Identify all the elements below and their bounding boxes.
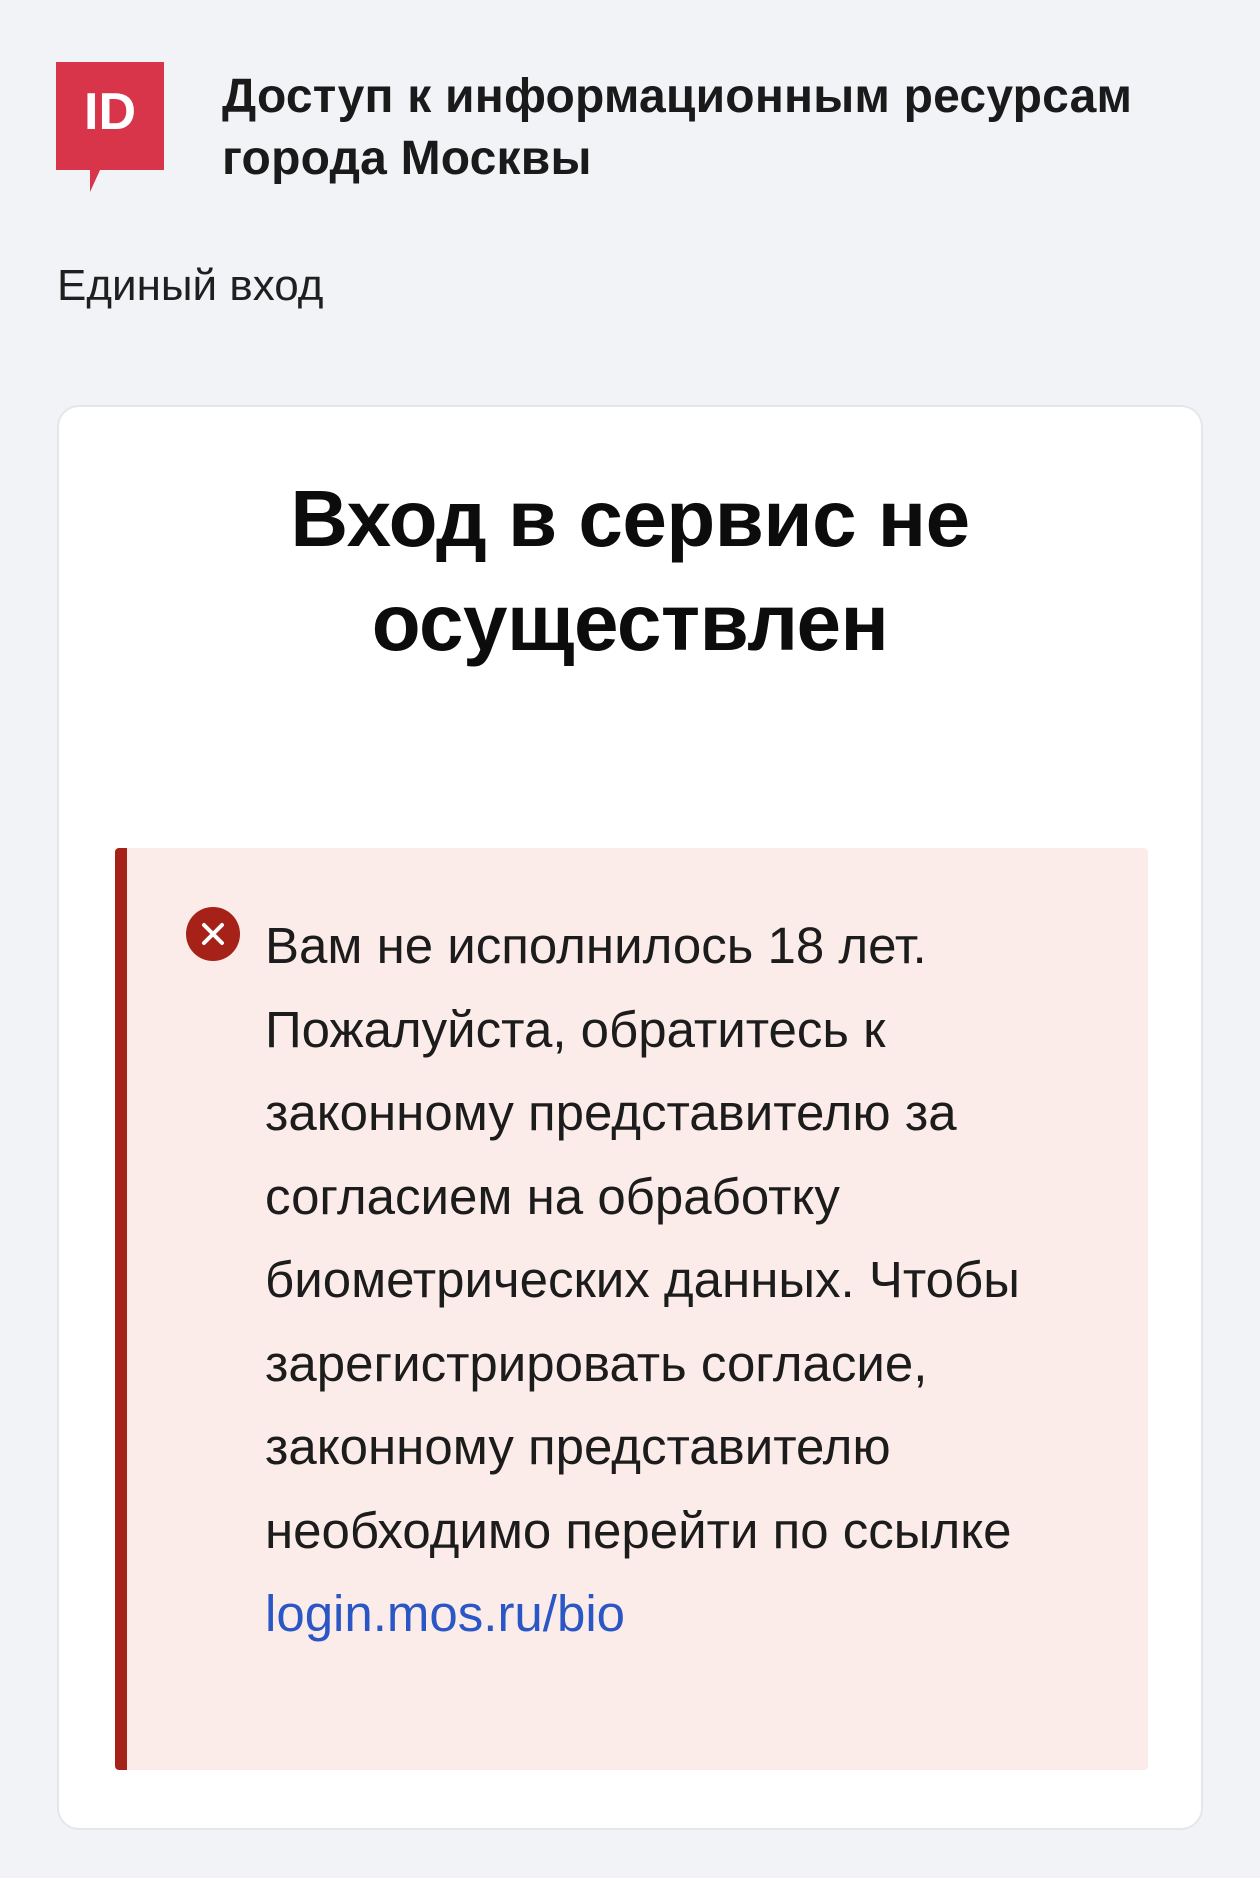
page: ID Доступ к информационным ресурсам горо… [0, 0, 1260, 1878]
header: ID Доступ к информационным ресурсам горо… [56, 62, 1206, 194]
id-logo-icon: ID [56, 62, 164, 194]
card-title: Вход в сервис не осуществлен [290, 474, 970, 667]
bio-consent-link[interactable]: login.mos.ru/bio [265, 1585, 625, 1642]
logo-text: ID [84, 83, 136, 141]
header-title: Доступ к информационным ресурсам города … [222, 70, 1133, 185]
login-error-card: Вход в сервис не осуществлен Вам не испо… [57, 405, 1203, 1830]
error-circle-x-icon [185, 906, 241, 962]
page-subtitle: Единый вход [57, 261, 324, 310]
error-alert: Вам не исполнилось 18 лет. Пожалуйста, о… [115, 848, 1148, 1770]
alert-message: Вам не исполнилось 18 лет. Пожалуйста, о… [265, 904, 1085, 1656]
alert-message-text: Вам не исполнилось 18 лет. Пожалуйста, о… [265, 917, 1020, 1559]
